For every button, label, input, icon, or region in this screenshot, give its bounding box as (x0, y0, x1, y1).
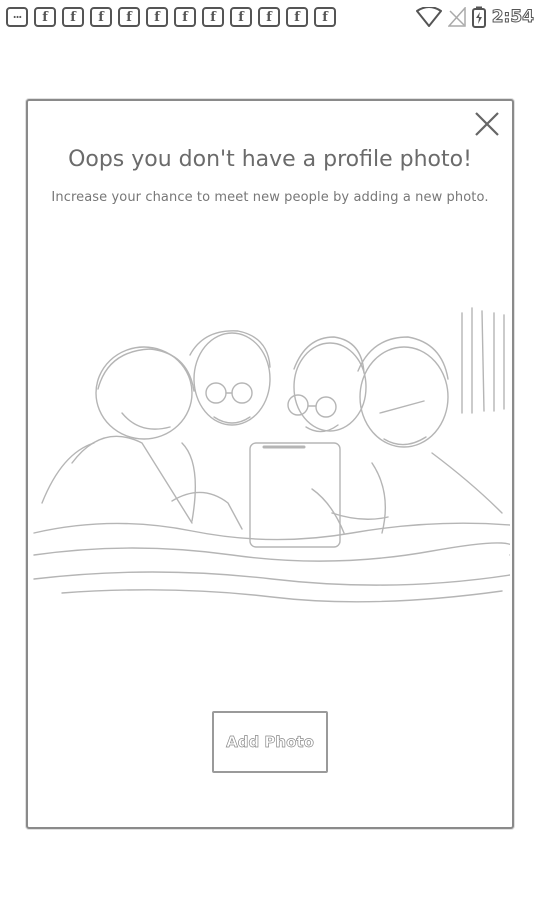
facebook-icon: f (174, 7, 196, 27)
facebook-icon: f (146, 7, 168, 27)
status-bar: ··· f f f f f f f f f f f 2:54 (0, 0, 540, 34)
facebook-icon: f (202, 7, 224, 27)
close-button[interactable] (472, 109, 502, 139)
notification-area: ··· f f f f f f f f f f f (6, 7, 336, 27)
clock: 2:54 (491, 7, 534, 28)
add-photo-button[interactable]: Add Photo (212, 711, 328, 773)
facebook-icon: f (34, 7, 56, 27)
people-with-tablet-illustration (33, 307, 510, 603)
profile-photo-dialog: Oops you don't have a profile photo! Inc… (26, 99, 514, 829)
more-icon: ··· (6, 7, 28, 27)
facebook-icon: f (62, 7, 84, 27)
facebook-icon: f (314, 7, 336, 27)
system-icons: 2:54 (415, 6, 535, 28)
battery-charging-icon (471, 6, 486, 28)
dialog-title: Oops you don't have a profile photo! (68, 147, 472, 172)
dialog-subtitle: Increase your chance to meet new people … (51, 190, 489, 205)
facebook-icon: f (258, 7, 280, 27)
facebook-icon: f (230, 7, 252, 27)
facebook-icon: f (286, 7, 308, 27)
wifi-icon (415, 7, 442, 27)
facebook-icon: f (90, 7, 112, 27)
close-icon (475, 112, 499, 136)
no-signal-icon (447, 7, 466, 27)
facebook-icon: f (118, 7, 140, 27)
